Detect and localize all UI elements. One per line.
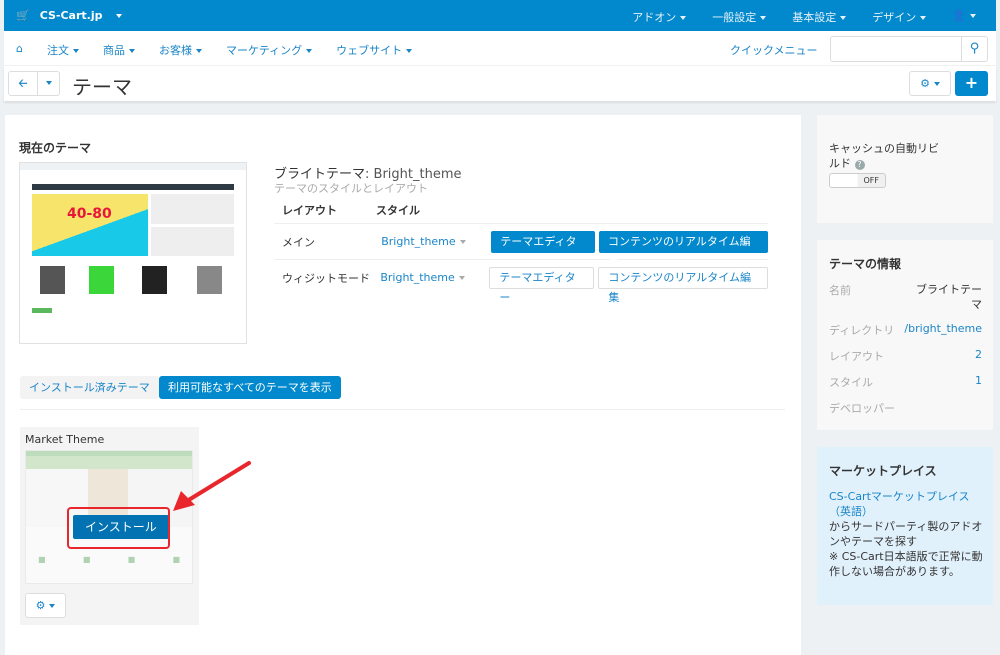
menu-basic-settings[interactable]: 基本設定	[792, 9, 847, 25]
menu-general-settings[interactable]: 一般設定	[712, 9, 767, 25]
theme-info-list: 名前 ブライトテーマ ディレクトリ/bright_theme レイアウト 2 スタイ…	[829, 283, 982, 415]
home-icon[interactable]: ⌂	[16, 42, 23, 58]
quick-menu-link[interactable]: クイックメニュー	[730, 42, 818, 58]
nav-marketing[interactable]: マーケティング	[226, 42, 313, 58]
page-title: テーマ	[72, 75, 132, 99]
add-button[interactable]: +	[955, 71, 988, 96]
menu-design[interactable]: デザイン	[872, 9, 927, 25]
current-theme-heading: 現在のテーマ	[19, 141, 92, 155]
marketplace-heading: マーケットプレイス	[829, 464, 937, 478]
search-input[interactable]: ⚲	[830, 36, 988, 62]
theme-editor-button[interactable]: テーマエディター	[491, 230, 595, 270]
directory-link[interactable]: /bright_theme	[904, 322, 982, 338]
menu-addons[interactable]: アドオン	[632, 9, 687, 25]
annotation-arrow	[173, 461, 251, 511]
search-icon[interactable]: ⚲	[961, 37, 987, 61]
annotation-highlight	[67, 507, 170, 549]
settings-dropdown[interactable]: ⚙	[909, 71, 951, 96]
marketplace-panel: マーケットプレイス CS-Cartマーケットプレイス（英語） からサードパーティ…	[817, 447, 993, 605]
live-edit-button[interactable]: コンテンツのリアルタイム編集	[599, 230, 768, 270]
toolbar: 🡠 テーマ ⚙ +	[4, 66, 996, 101]
tab-installed-themes[interactable]: インストール済みテーマ	[20, 376, 159, 399]
marketplace-link[interactable]: CS-Cartマーケットプレイス（英語）	[829, 490, 970, 518]
live-edit-button[interactable]: コンテンツのリアルタイム編集	[598, 266, 768, 304]
theme-settings-dropdown[interactable]: ⚙	[25, 593, 66, 618]
theme-subtitle: テーマのスタイルとレイアウト	[274, 182, 428, 195]
main-nav: ⌂ 注文 商品 お客様 マーケティング ウェブサイト クイックメニュー ⚲	[4, 31, 996, 66]
divider	[20, 409, 785, 410]
nav-customers[interactable]: お客様	[159, 42, 202, 58]
theme-editor-button[interactable]: テーマエディター	[489, 266, 595, 304]
history-dropdown[interactable]	[38, 71, 60, 96]
layouts-table: レイアウト スタイル メイン Bright_theme テーマエディター コンテン…	[274, 197, 768, 304]
store-switcher[interactable]: 🛒 CS-Cart.jp	[16, 9, 123, 22]
theme-info-panel: テーマの情報 名前 ブライトテーマ ディレクトリ/bright_theme レイア…	[817, 240, 993, 430]
cache-label: キャッシュの自動リビルド ?	[829, 142, 939, 170]
theme-info-heading: テーマの情報	[829, 257, 902, 271]
style-dropdown[interactable]: Bright_theme	[381, 235, 491, 248]
back-button[interactable]: 🡠	[8, 71, 38, 96]
cache-panel: キャッシュの自動リビルド ? OFF	[817, 115, 993, 223]
nav-orders[interactable]: 注文	[47, 42, 79, 58]
help-icon: ?	[854, 160, 865, 170]
current-theme-preview: 40-80	[19, 162, 247, 344]
main-content: 現在のテーマ 40-80 ブライトテーマ: Bright_theme テーマのス…	[5, 115, 801, 655]
market-theme-name: Market Theme	[25, 433, 105, 446]
style-dropdown[interactable]: Bright_theme	[380, 271, 489, 284]
table-row: ウィジットモード Bright_theme テーマエディター コンテンツのリアル…	[274, 259, 768, 304]
cache-toggle[interactable]: OFF	[829, 173, 886, 188]
gear-icon: ⚙	[35, 599, 46, 612]
cart-icon: 🛒	[16, 9, 30, 22]
table-row: メイン Bright_theme テーマエディター コンテンツのリアルタイム編集	[274, 223, 768, 270]
nav-products[interactable]: 商品	[103, 42, 135, 58]
gear-icon: ⚙	[920, 77, 930, 90]
user-icon: 👤	[952, 9, 966, 22]
user-menu[interactable]: 👤	[952, 9, 976, 25]
nav-website[interactable]: ウェブサイト	[336, 42, 413, 58]
tab-all-themes[interactable]: 利用可能なすべてのテーマを表示	[159, 376, 341, 399]
top-bar: 🛒 CS-Cart.jp アドオン 一般設定 基本設定 デザイン 👤	[4, 0, 996, 31]
